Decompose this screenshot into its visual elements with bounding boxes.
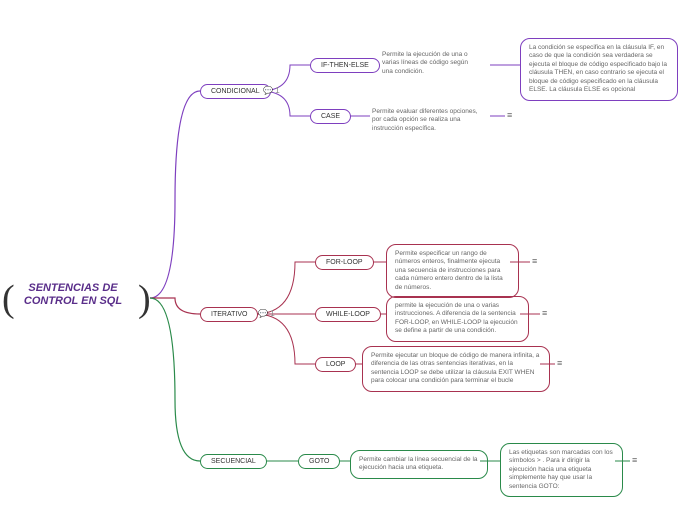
desc-loop: Permite ejecutar un bloque de código de … [362, 346, 550, 392]
desc-forloop: Permite especificar un rango de números … [386, 244, 519, 298]
comment-icon[interactable]: 💬 1 [263, 86, 280, 95]
desc-goto: Permite cambiar la línea secuencial de l… [350, 450, 488, 479]
node-goto[interactable]: GOTO [298, 454, 340, 469]
node-whileloop[interactable]: WHILE-LOOP [315, 307, 381, 322]
node-forloop[interactable]: FOR-LOOP [315, 255, 374, 270]
menu-icon[interactable]: ≡ [542, 308, 547, 318]
node-secuencial[interactable]: SECUENCIAL [200, 454, 267, 469]
node-iterativo[interactable]: ITERATIVO [200, 307, 258, 322]
bracket-right: ) [138, 277, 151, 321]
node-loop[interactable]: LOOP [315, 357, 356, 372]
node-ifthenelse[interactable]: IF-THEN-ELSE [310, 58, 380, 73]
desc-case: Permite evaluar diferentes opciones, por… [372, 108, 487, 133]
node-condicional[interactable]: CONDICIONAL [200, 84, 271, 99]
detail-goto: Las etiquetas son marcadas con los símbo… [500, 443, 623, 497]
desc-ifthenelse: Permite la ejecución de una o varias lín… [382, 51, 477, 76]
comment-icon[interactable]: 💬 1 [258, 309, 275, 318]
menu-icon[interactable]: ≡ [557, 358, 562, 368]
root-title: SENTENCIAS DE CONTROL EN SQL [8, 282, 138, 308]
menu-icon[interactable]: ≡ [507, 110, 512, 120]
detail-ifthenelse: La condición se especifica en la cláusul… [520, 38, 678, 101]
menu-icon[interactable]: ≡ [532, 256, 537, 266]
menu-icon[interactable]: ≡ [632, 455, 637, 465]
desc-whileloop: permite la ejecución de una o varias ins… [386, 296, 529, 342]
node-case[interactable]: CASE [310, 109, 351, 124]
